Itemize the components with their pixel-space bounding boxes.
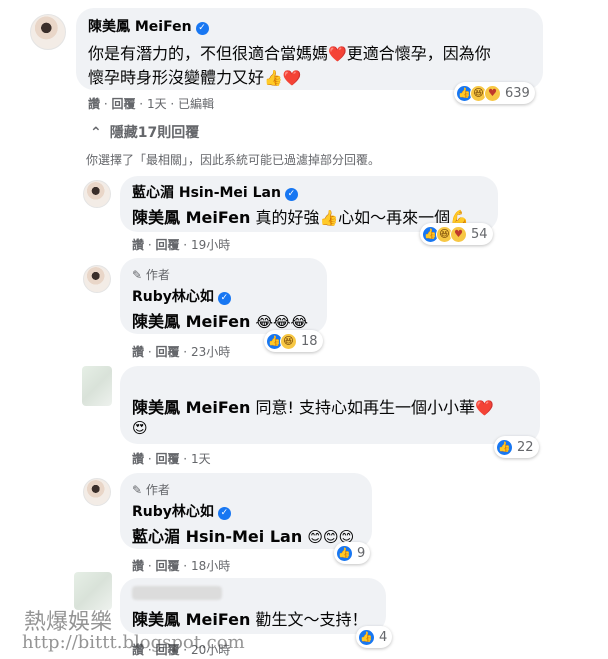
reply-button[interactable]: 回覆 xyxy=(155,559,179,573)
care-reaction-icon: ♥ xyxy=(484,84,501,102)
reply-text-body: 勸生文～支持！ xyxy=(250,610,368,629)
verified-badge-icon: ✓ xyxy=(195,22,209,35)
verified-badge-icon: ✓ xyxy=(217,292,231,305)
laughing-emoji-icon: 😂😂😂 xyxy=(255,313,309,331)
reaction-summary[interactable]: 👍 😆 ♥ 639 xyxy=(454,82,535,104)
reply-bubble: 陳美鳳 MeiFen 同意! 支持心如再生一個小小華❤️ 😍 xyxy=(120,366,540,444)
comment-bubble: 陳美鳳 MeiFen ✓ 你是有潛力的，不但很適合當媽媽❤️更適合懷孕，因為你 懷… xyxy=(76,8,543,90)
author-name[interactable]: Ruby林心如 xyxy=(132,289,214,305)
reply-author[interactable]: 藍心湄 Hsin-Mei Lan ✓ xyxy=(132,182,298,202)
hide-replies-button[interactable]: ⌃ 隱藏17則回覆 xyxy=(90,122,199,142)
like-button[interactable]: 讚 xyxy=(132,238,144,252)
like-button[interactable]: 讚 xyxy=(132,345,144,359)
reply-author[interactable]: Ruby林心如 ✓ xyxy=(132,286,231,306)
chevron-up-icon: ⌃ xyxy=(90,125,102,141)
like-button[interactable]: 讚 xyxy=(132,559,144,573)
reply-button[interactable]: 回覆 xyxy=(155,238,179,252)
mention-link[interactable]: 陳美鳳 MeiFen xyxy=(132,312,250,331)
watermark-url: http://bittt.blogspot.com xyxy=(22,632,245,653)
author-name[interactable]: Ruby林心如 xyxy=(132,504,214,520)
reply-actions: 讚 · 回覆 · 1天 xyxy=(132,452,211,466)
reaction-summary[interactable]: 👍 😆 ♥ 54 xyxy=(420,223,493,245)
reply-bubble: ✎ 作者 Ruby林心如 ✓ 藍心湄 Hsin-Mei Lan 😊😊😊 xyxy=(120,473,372,549)
reply-author[interactable]: Ruby林心如 ✓ xyxy=(132,501,231,521)
like-button[interactable]: 讚 xyxy=(132,452,144,466)
like-button[interactable]: 讚 xyxy=(88,97,100,111)
reply-text: 陳美鳳 MeiFen 勸生文～支持！ xyxy=(132,606,367,630)
author-tag-label: 作者 xyxy=(145,483,170,497)
avatar-anonymous[interactable] xyxy=(82,366,112,406)
timestamp[interactable]: 19小時 xyxy=(191,238,230,252)
author-tag: ✎ 作者 xyxy=(132,481,170,498)
timestamp[interactable]: 1天 xyxy=(147,97,167,111)
verified-badge-icon: ✓ xyxy=(217,507,231,520)
reply-button[interactable]: 回覆 xyxy=(155,452,179,466)
avatar-hsin-mei-lan[interactable] xyxy=(83,180,111,208)
mention-link[interactable]: 陳美鳳 MeiFen xyxy=(132,398,250,417)
comment-text-line1: 你是有潛力的，不但很適合當媽媽❤️更適合懷孕，因為你 xyxy=(88,40,491,64)
edited-label: 已編輯 xyxy=(178,97,215,111)
reaction-count: 18 xyxy=(301,333,318,349)
comment-text: 懷孕時身形沒變體力又好 xyxy=(88,68,265,87)
reaction-summary[interactable]: 👍 22 xyxy=(494,436,539,458)
reply-text: 陳美鳳 MeiFen 😂😂😂 xyxy=(132,308,308,332)
filter-notice: 你選擇了「最相關」，因此系統可能已過濾掉部分回覆。 xyxy=(86,153,381,167)
redacted-name xyxy=(132,586,222,600)
reaction-count: 4 xyxy=(379,629,388,645)
timestamp[interactable]: 18小時 xyxy=(191,559,230,573)
avatar-meifen[interactable] xyxy=(30,14,66,50)
comment-actions: 讚 · 回覆 · 1天 · 已編輯 xyxy=(88,97,215,111)
like-reaction-icon: 👍 xyxy=(336,544,353,562)
reply-text: 陳美鳳 MeiFen 真的好強👍心如～再來一個💪 xyxy=(132,204,469,228)
reaction-count: 639 xyxy=(505,85,530,101)
reply-text: 藍心湄 Hsin-Mei Lan 😊😊😊 xyxy=(132,523,354,547)
author-name[interactable]: 陳美鳳 MeiFen xyxy=(88,19,192,35)
like-reaction-icon: 👍 xyxy=(496,438,513,456)
comment-text-line2: 懷孕時身形沒變體力又好👍❤️ xyxy=(88,64,301,88)
reply-actions: 讚 · 回覆 · 19小時 xyxy=(132,238,231,252)
care-reaction-icon: ♥ xyxy=(450,225,467,243)
heart-emoji-icon: ❤️ xyxy=(474,399,494,417)
mention-link[interactable]: 陳美鳳 MeiFen xyxy=(132,610,250,629)
thumbs-heart-emoji-icon: 👍❤️ xyxy=(264,69,302,87)
comment-text: 你是有潛力的，不但很適合當媽媽 xyxy=(88,44,329,63)
reply-actions: 讚 · 回覆 · 18小時 xyxy=(132,559,231,573)
reply-bubble: 陳美鳳 MeiFen 勸生文～支持！ xyxy=(120,578,386,634)
verified-badge-icon: ✓ xyxy=(284,188,298,201)
reply-actions: 讚 · 回覆 · 23小時 xyxy=(132,345,231,359)
reaction-count: 54 xyxy=(471,226,488,242)
reply-text-body: 真的好強 xyxy=(250,208,320,227)
reaction-count: 22 xyxy=(517,439,534,455)
timestamp[interactable]: 23小時 xyxy=(191,345,230,359)
reply-bubble: ✎ 作者 Ruby林心如 ✓ 陳美鳳 MeiFen 😂😂😂 xyxy=(120,258,327,334)
heart-eyes-emoji-icon: 😍 xyxy=(132,419,148,437)
mention-link[interactable]: 陳美鳳 MeiFen xyxy=(132,208,250,227)
mention-link[interactable]: 藍心湄 Hsin-Mei Lan xyxy=(132,527,302,546)
reply-text: 陳美鳳 MeiFen 同意! 支持心如再生一個小小華❤️ xyxy=(132,394,494,418)
author-tag: ✎ 作者 xyxy=(132,266,170,283)
reaction-summary[interactable]: 👍 😆 18 xyxy=(264,330,323,352)
pencil-icon: ✎ xyxy=(132,483,143,497)
author-name[interactable]: 藍心湄 Hsin-Mei Lan xyxy=(132,185,281,201)
reaction-summary[interactable]: 👍 4 xyxy=(356,626,393,648)
avatar-ruby[interactable] xyxy=(83,478,111,506)
reply-text-body: 同意! 支持心如再生一個小小華 xyxy=(250,398,475,417)
reaction-summary[interactable]: 👍 9 xyxy=(334,542,371,564)
reply-button[interactable]: 回覆 xyxy=(111,97,135,111)
hide-replies-label: 隱藏17則回覆 xyxy=(109,125,200,141)
like-reaction-icon: 👍 xyxy=(358,628,375,646)
reaction-count: 9 xyxy=(357,545,366,561)
comment-text-tail: 更適合懷孕，因為你 xyxy=(346,44,491,63)
reply-text-line2: 😍 xyxy=(132,418,148,437)
pencil-icon: ✎ xyxy=(132,268,143,282)
author-tag-label: 作者 xyxy=(145,268,170,282)
thumbs-up-emoji-icon: 👍 xyxy=(319,209,339,227)
comment-author[interactable]: 陳美鳳 MeiFen ✓ xyxy=(88,16,209,36)
timestamp[interactable]: 1天 xyxy=(191,452,211,466)
haha-reaction-icon: 😆 xyxy=(280,332,297,350)
heart-emoji-icon: ❤️ xyxy=(328,45,347,63)
avatar-ruby[interactable] xyxy=(83,265,111,293)
reply-button[interactable]: 回覆 xyxy=(155,345,179,359)
